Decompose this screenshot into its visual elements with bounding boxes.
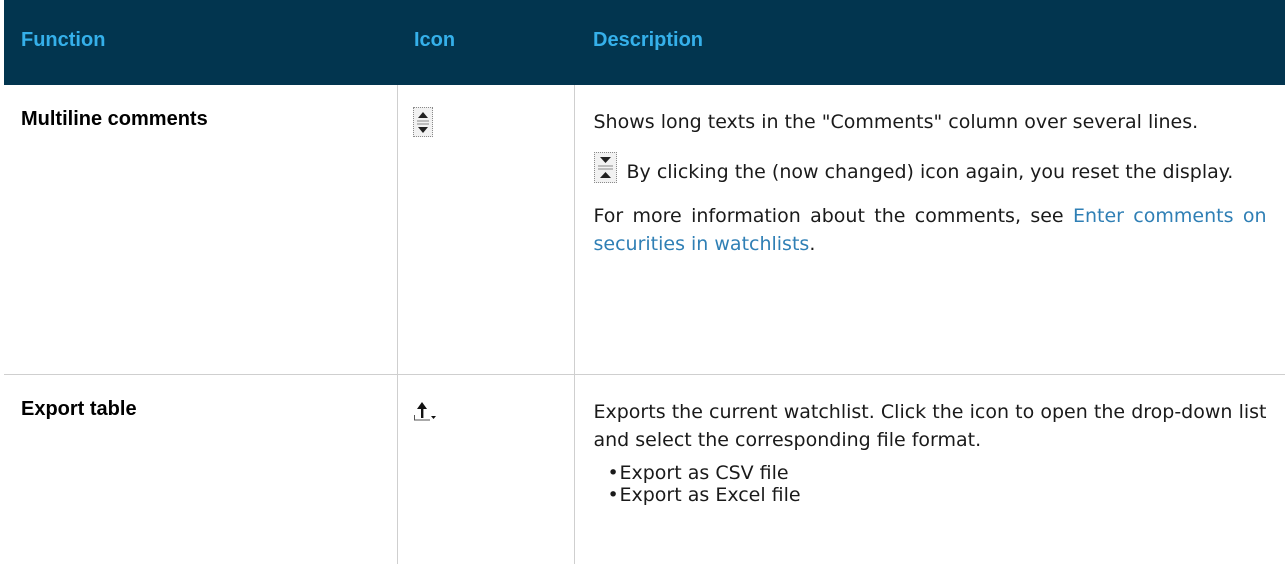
- icon-cell: [397, 374, 575, 564]
- description-text: .: [809, 233, 816, 255]
- list-item: • Export as Excel file: [607, 483, 801, 506]
- header-function: Function: [4, 0, 397, 85]
- collapse-rows-icon: [593, 152, 617, 183]
- functions-table: Function Icon Description Multiline comm…: [4, 0, 1285, 564]
- function-name: Export table: [4, 374, 398, 564]
- export-format-list: • Export as CSV file • Export as Excel fil…: [594, 462, 1267, 506]
- description-text: For more information about the comments,…: [593, 205, 1073, 227]
- list-item-label: Export as Excel file: [619, 483, 801, 506]
- description-reset-paragraph: By clicking the (now changed) icon again…: [593, 152, 1267, 186]
- expand-rows-icon: [412, 107, 433, 137]
- icon-cell: [397, 85, 575, 375]
- export-icon: [413, 399, 437, 429]
- list-item: • Export as CSV file: [607, 461, 789, 484]
- table-row: Export table Exports the current watchli…: [4, 374, 1285, 564]
- function-name: Multiline comments: [4, 85, 398, 375]
- list-item-label: Export as CSV file: [619, 461, 789, 484]
- table-header-row: Function Icon Description: [4, 0, 1285, 85]
- header-icon: Icon: [397, 0, 574, 85]
- description-text: By clicking the (now changed) icon again…: [626, 161, 1234, 183]
- description-text: Shows long texts in the "Comments" colum…: [593, 111, 1199, 133]
- description-text: Exports the current watchlist. Click the…: [593, 400, 1267, 451]
- header-description: Description: [574, 0, 1285, 85]
- description-more-info: For more information about the comments,…: [594, 202, 1267, 258]
- table-row: Multiline comments Shows long texts in t…: [4, 85, 1285, 375]
- description-cell: Exports the current watchlist. Click the…: [574, 374, 1285, 564]
- description-cell: Shows long texts in the "Comments" colum…: [574, 85, 1285, 375]
